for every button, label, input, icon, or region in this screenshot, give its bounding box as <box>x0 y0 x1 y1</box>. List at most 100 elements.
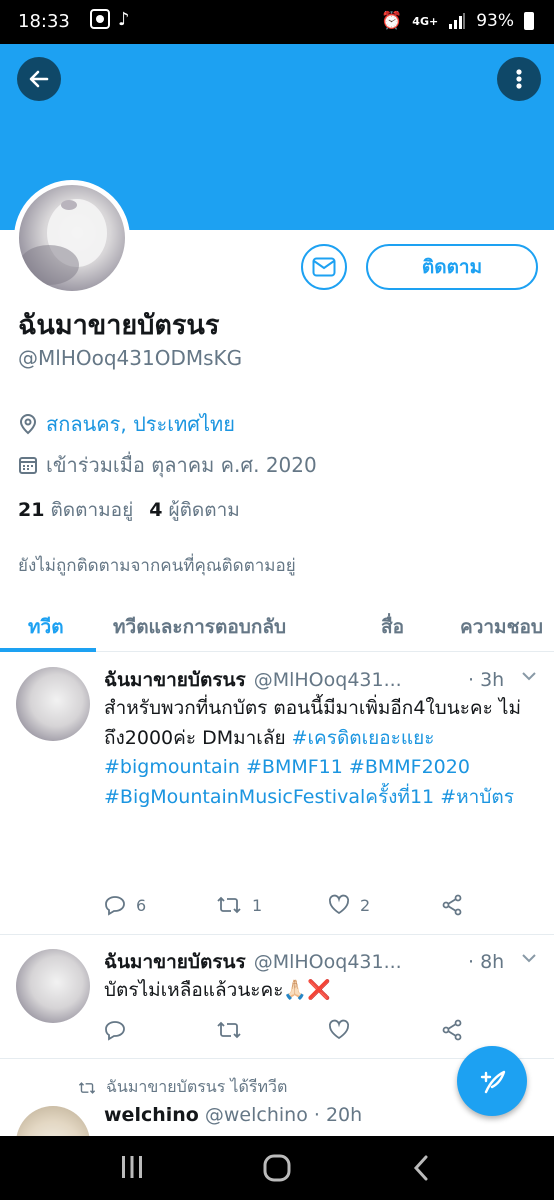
share-button[interactable] <box>441 1019 463 1041</box>
retweet-button[interactable] <box>216 1019 242 1041</box>
music-note-icon: ♪ <box>118 9 130 30</box>
tab-tweets[interactable]: ทวีต <box>28 612 64 642</box>
active-tab-indicator <box>0 648 96 652</box>
recent-apps-button[interactable] <box>120 1154 144 1184</box>
chevron-down-icon[interactable] <box>520 949 538 967</box>
location-text[interactable]: สกลนคร, ประเทศไทย <box>46 408 235 440</box>
followers-count: 4 <box>149 499 163 521</box>
like-icon <box>328 894 350 915</box>
alarm-icon: ⏰ <box>381 11 403 31</box>
signal-icon <box>449 13 466 29</box>
retweet-icon <box>78 1081 96 1094</box>
profile-tabs: ทวีต ทวีตและการตอบกลับ สื่อ ความชอบ <box>0 600 554 652</box>
message-button[interactable] <box>301 244 347 290</box>
tweet-author-name: ฉันมาขายบัตรนร <box>104 951 246 973</box>
more-options-button[interactable] <box>497 57 541 101</box>
tweet-actions <box>104 1019 484 1045</box>
location-pin-icon <box>19 413 37 435</box>
hashtag[interactable]: #เครดิตเยอะแยะ <box>292 727 435 749</box>
tab-media[interactable]: สื่อ <box>381 612 404 642</box>
share-button[interactable] <box>441 894 463 916</box>
tweet-author-handle: @welchino <box>204 1104 308 1126</box>
reply-icon <box>105 896 125 916</box>
status-time: 18:33 <box>18 11 70 32</box>
profile-joined: เข้าร่วมเมื่อ ตุลาคม ค.ศ. 2020 <box>18 449 317 481</box>
reply-icon <box>105 1021 125 1041</box>
tweet-avatar[interactable] <box>16 949 90 1023</box>
share-icon <box>442 1019 462 1041</box>
profile-avatar[interactable] <box>14 180 130 296</box>
tab-tweets-replies[interactable]: ทวีตและการตอบกลับ <box>113 612 286 642</box>
retweet-label: ฉันมาขายบัตรนร ได้รีทวีต <box>106 1077 288 1096</box>
retweet-icon <box>217 1021 241 1039</box>
back-button[interactable] <box>17 57 61 101</box>
tweet-text: บัตรไม่เหลือแล้วนะคะ🙏🏻❌ <box>104 979 331 1001</box>
home-icon <box>263 1154 291 1182</box>
share-icon <box>442 894 462 916</box>
network-type: 4G+ <box>412 14 439 28</box>
like-button[interactable]: 2 <box>328 894 370 916</box>
hashtag[interactable]: #bigmountain <box>104 756 240 778</box>
tweet-header: welchino @welchino · 20h <box>104 1104 362 1126</box>
system-nav-bar <box>0 1136 554 1200</box>
tweet-time: · 8h <box>468 951 505 973</box>
status-right: ⏰ 4G+ 93% <box>381 11 534 31</box>
hashtag[interactable]: #BMMF2020 <box>349 756 470 778</box>
avatar-photo <box>19 199 107 285</box>
followers-label: ผู้ติดตาม <box>168 499 240 521</box>
chevron-down-icon[interactable] <box>520 667 538 685</box>
follow-button[interactable]: ติดตาม <box>366 244 538 290</box>
like-button[interactable] <box>328 1019 350 1041</box>
reply-button[interactable] <box>104 1019 126 1041</box>
tweet[interactable]: ฉันมาขายบัตรนร @MlHOoq431... · 3h สำหรับ… <box>0 653 554 935</box>
tab-likes[interactable]: ความชอบ <box>460 612 543 642</box>
like-icon <box>328 1019 350 1040</box>
back-arrow-icon <box>29 70 49 88</box>
tweet-author-name: ฉันมาขายบัตรนร <box>104 669 246 691</box>
recent-apps-icon <box>122 1156 142 1178</box>
retweet-count: 1 <box>252 895 263 915</box>
profile-location: สกลนคร, ประเทศไทย <box>18 408 235 440</box>
tweet-avatar[interactable] <box>16 1106 90 1136</box>
tweet-time: · 3h <box>468 669 505 691</box>
tweet-text: สำหรับพวกที่นกบัตร ตอนนี้มีมาเพิ่มอีก4ใบ… <box>104 694 544 812</box>
tweet[interactable]: ฉันมาขายบัตรนร @MlHOoq431... · 8h บัตรไม… <box>0 935 554 1059</box>
avatar-photo <box>16 1106 90 1136</box>
followed-by-notice: ยังไม่ถูกติดตามจากคนที่คุณติดตามอยู่ <box>18 556 296 576</box>
hashtag[interactable]: #BigMountainMusicFestivalครั้งที่11 <box>104 786 434 808</box>
tweet-author-handle: @MlHOoq431... <box>253 951 402 973</box>
reply-button[interactable]: 6 <box>104 894 146 916</box>
followers-link[interactable]: 4 ผู้ติดตาม <box>149 495 240 525</box>
mail-icon <box>312 257 336 277</box>
compose-tweet-icon <box>480 1070 506 1094</box>
retweet-icon <box>217 896 241 914</box>
hashtag[interactable]: #BMMF11 <box>246 756 343 778</box>
retweet-button[interactable]: 1 <box>216 894 262 916</box>
joined-text: เข้าร่วมเมื่อ ตุลาคม ค.ศ. 2020 <box>46 453 317 477</box>
status-bar: 18:33 ♪ ⏰ 4G+ 93% <box>0 0 554 44</box>
reply-count: 6 <box>136 895 147 915</box>
following-label: ติดตามอยู่ <box>50 499 134 521</box>
home-button[interactable] <box>263 1154 291 1186</box>
like-count: 2 <box>360 895 371 915</box>
notification-icons: ♪ <box>90 9 130 30</box>
tweet-header: ฉันมาขายบัตรนร @MlHOoq431... · 8h <box>104 947 544 977</box>
more-vertical-icon <box>516 69 522 89</box>
battery-percent: 93% <box>476 11 514 31</box>
tweet-time: · 20h <box>313 1104 363 1126</box>
battery-icon <box>524 12 534 30</box>
follow-counts: 21 ติดตามอยู่ 4 ผู้ติดตาม <box>18 495 240 525</box>
compose-tweet-button[interactable] <box>457 1046 527 1116</box>
hashtag[interactable]: #หาบัตร <box>440 786 514 808</box>
retweet-indicator: ฉันมาขายบัตรนร ได้รีทวีต <box>78 1075 287 1100</box>
screen-record-icon <box>90 9 110 29</box>
back-nav-button[interactable] <box>412 1154 430 1186</box>
tweet-avatar[interactable] <box>16 667 90 741</box>
following-link[interactable]: 21 ติดตามอยู่ <box>18 495 133 525</box>
tweet-author-name: welchino <box>104 1104 199 1126</box>
profile-display-name: ฉันมาขายบัตรนร <box>18 310 220 341</box>
following-count: 21 <box>18 499 45 521</box>
back-chevron-icon <box>413 1155 428 1181</box>
tweet-author-handle: @MlHOoq431... <box>253 669 402 691</box>
tweet-header: ฉันมาขายบัตรนร @MlHOoq431... · 3h <box>104 665 544 695</box>
